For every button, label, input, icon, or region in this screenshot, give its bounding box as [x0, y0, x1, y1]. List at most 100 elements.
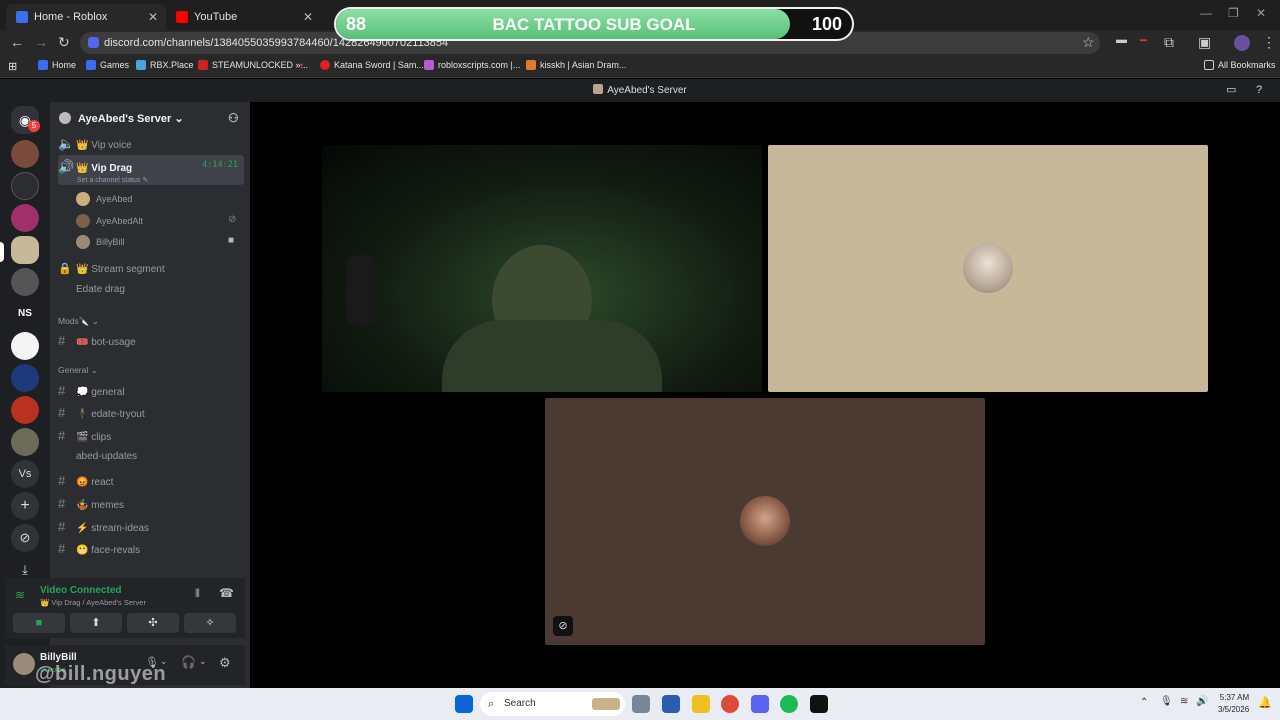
camera-button[interactable]: ■ [13, 613, 65, 633]
explore-icon[interactable]: ⊘ [11, 524, 39, 552]
video-tile-avatar-1[interactable] [768, 145, 1208, 392]
site-info-icon[interactable] [88, 37, 99, 48]
voice-channel-vip-voice[interactable]: 🔈 👑 Vip voice [58, 136, 244, 152]
headphones-icon[interactable]: 🎧 [181, 655, 196, 669]
voice-channel-stream-segment[interactable]: 🔒 👑 Stream segment [58, 262, 244, 275]
disconnect-icon[interactable]: ☎ [219, 586, 234, 600]
tab-roblox[interactable]: Home - Roblox ✕ [6, 4, 166, 30]
bookmark-star-icon[interactable]: ☆ [1082, 34, 1095, 51]
channel-face-revals[interactable]: # 😬 face-revals [58, 541, 244, 556]
bookmark-rbxplace[interactable]: RBX.Place [136, 60, 194, 70]
voice-member[interactable]: AyeAbedAlt [76, 214, 143, 228]
all-bookmarks[interactable]: All Bookmarks [1204, 60, 1276, 70]
server-icon-2[interactable] [11, 172, 39, 200]
app-icon[interactable] [810, 695, 828, 713]
activities-button[interactable]: ✣ [127, 613, 179, 633]
bookmark-kisskh[interactable]: kisskh | Asian Dram... [526, 60, 626, 70]
chrome-icon[interactable] [721, 695, 739, 713]
discord-taskbar-icon[interactable] [751, 695, 769, 713]
kisskh-icon [526, 60, 536, 70]
close-window-icon[interactable]: ✕ [1256, 6, 1266, 20]
channel-edate-drag[interactable]: Edate drag [58, 284, 244, 295]
bookmark-katana[interactable]: Katana Sword | Sam... [320, 60, 424, 70]
sidepanel-icon[interactable]: ▣ [1198, 34, 1211, 51]
bookmark-red-dot[interactable]: • [300, 60, 303, 70]
chevron-up-icon[interactable]: ⌃ [1140, 697, 1148, 708]
channel-clips[interactable]: # 🎬 clips [58, 428, 244, 443]
server-icon-1[interactable] [11, 140, 39, 168]
apps-grid-icon[interactable]: ⊞ [8, 60, 17, 73]
windows-taskbar: ⌕ Search ⌃ 🎙 ≋ 🔊 5:37 AM 3/5/2026 🔔 [0, 688, 1280, 720]
invite-icon[interactable]: ⚇ [228, 111, 239, 125]
task-view-icon[interactable] [632, 695, 650, 713]
server-icon-9[interactable] [11, 396, 39, 424]
taskbar-search[interactable]: ⌕ Search [480, 692, 625, 716]
channel-status[interactable]: Set a channel status ✎ [77, 176, 244, 184]
close-icon[interactable]: ✕ [148, 10, 158, 24]
server-icon-3[interactable] [11, 204, 39, 232]
forward-icon[interactable]: → [34, 34, 48, 50]
server-icon-8[interactable] [11, 364, 39, 392]
voice-status-detail[interactable]: 👑 Vip Drag / AyeAbed's Server [40, 598, 146, 607]
category-general[interactable]: General ⌄ [58, 365, 98, 376]
tray-mic-icon[interactable]: 🎙 [1160, 696, 1173, 707]
category-mods[interactable]: Mods🔪 ⌄ [58, 316, 99, 327]
bookmark-games[interactable]: Games [86, 60, 129, 70]
inbox-icon[interactable]: ▭ [1226, 79, 1236, 102]
channel-general[interactable]: # 💭 general [58, 383, 244, 398]
settings-gear-icon[interactable]: ⚙ [219, 655, 231, 671]
avatar [963, 243, 1013, 293]
bookmark-steamunlocked[interactable]: STEAMUNLOCKED »... [198, 60, 308, 70]
channel-bot-usage[interactable]: # 🎟️ bot-usage [58, 333, 244, 348]
voice-channel-vip-drag[interactable]: 🔊 👑 Vip Drag 4:14:21 Set a channel status… [58, 155, 244, 185]
server-icon-5[interactable] [11, 268, 39, 296]
bookmark-home[interactable]: Home [38, 60, 76, 70]
channel-stream-ideas[interactable]: # ⚡ stream-ideas [58, 519, 244, 534]
extension-icon[interactable]: ▬ [1116, 34, 1127, 46]
roblox-icon [16, 11, 28, 23]
video-tile-webcam[interactable] [322, 145, 762, 392]
minimize-icon[interactable]: — [1200, 6, 1212, 20]
noise-suppression-icon[interactable]: ⦀ [195, 588, 200, 601]
volume-icon[interactable]: 🔊 [1196, 696, 1208, 707]
help-icon[interactable]: ? [1256, 79, 1262, 102]
tab-youtube[interactable]: YouTube ✕ [166, 4, 321, 30]
server-icon-7[interactable] [11, 332, 39, 360]
server-icon-ns[interactable]: NS [11, 300, 39, 328]
taskbar-clock[interactable]: 5:37 AM 3/5/2026 [1218, 692, 1249, 716]
voice-member[interactable]: AyeAbed [76, 192, 132, 206]
spotify-icon[interactable] [780, 695, 798, 713]
photos-icon[interactable] [662, 695, 680, 713]
discord-title-bar: AyeAbed's Server ▭ ? [0, 79, 1280, 102]
channel-react[interactable]: # 😡 react [58, 473, 244, 488]
chevron-down-icon[interactable]: ⌄ [199, 656, 207, 667]
screen-share-button[interactable]: ⬆ [70, 613, 122, 633]
add-server-icon[interactable]: + [11, 492, 39, 520]
bookmark-robloxscripts[interactable]: robloxscripts.com |... [424, 60, 520, 70]
file-explorer-icon[interactable] [692, 695, 710, 713]
close-icon[interactable]: ✕ [303, 10, 313, 24]
search-highlight-icon [592, 698, 620, 710]
reload-icon[interactable]: ↻ [58, 34, 70, 51]
server-icon-vs[interactable]: Vs [11, 460, 39, 488]
notification-bell-icon[interactable]: 🔔 [1258, 696, 1272, 709]
server-icon-active[interactable] [11, 236, 39, 264]
server-icon-10[interactable] [11, 428, 39, 456]
extension-red-icon[interactable]: ━ [1140, 34, 1147, 47]
channel-edate-tryout[interactable]: # 🕴️ edate-tryout [58, 405, 244, 420]
channel-memes[interactable]: # 🤹 memes [58, 496, 244, 511]
windows-start-icon[interactable] [455, 695, 473, 713]
server-header[interactable]: AyeAbed's Server ⌄ ⚇ [50, 102, 250, 134]
profile-avatar[interactable] [1234, 35, 1250, 51]
extensions-puzzle-icon[interactable]: ⧉ [1164, 34, 1174, 51]
maximize-icon[interactable]: ❐ [1228, 6, 1239, 20]
avatar[interactable] [13, 653, 35, 675]
wifi-icon[interactable]: ≋ [1180, 696, 1188, 707]
voice-member[interactable]: BillyBill [76, 235, 125, 249]
connection-signal-icon[interactable]: ≋ [15, 588, 25, 602]
back-icon[interactable]: ← [10, 34, 24, 50]
menu-icon[interactable]: ⋮ [1262, 34, 1276, 51]
soundboard-button[interactable]: ✧ [184, 613, 236, 633]
video-tile-avatar-2[interactable]: ⊘ [545, 398, 985, 645]
channel-abed-updates[interactable]: abed-updates [58, 451, 244, 462]
